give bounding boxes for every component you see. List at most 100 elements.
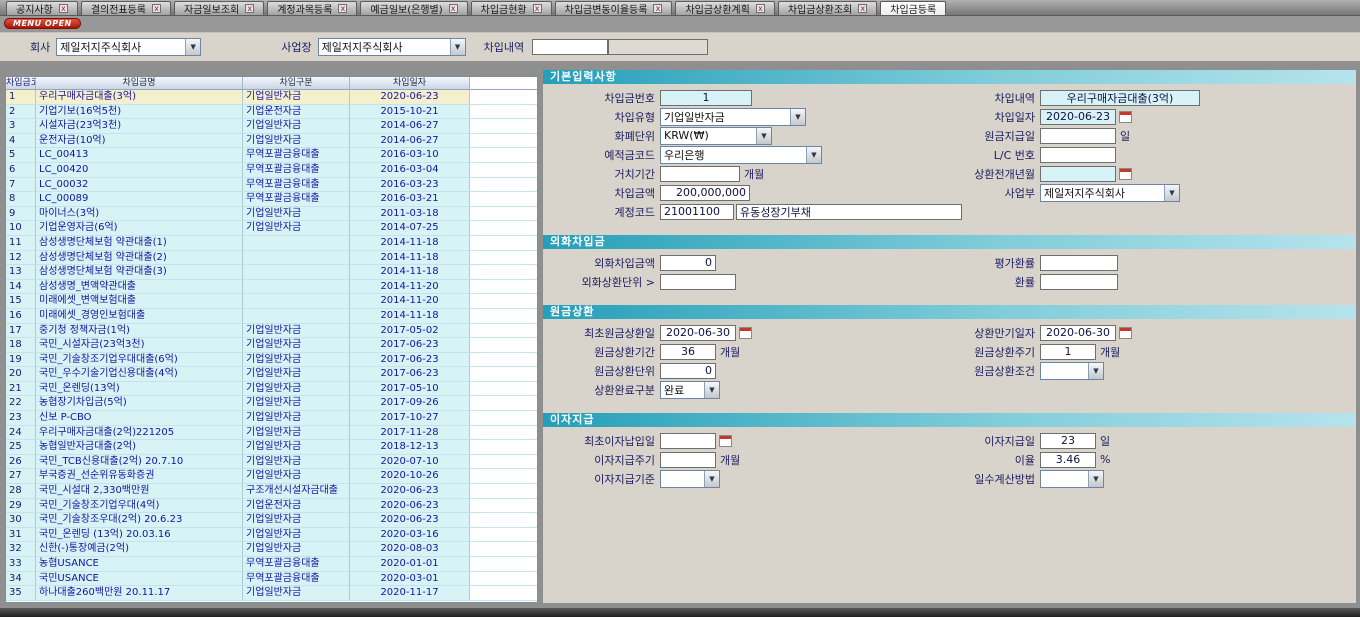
loan-date-input[interactable] <box>1040 109 1116 125</box>
grid-row[interactable]: 23신보 P-CBO기업일반자금2017-10-27 <box>6 411 537 426</box>
grid-row[interactable]: 34국민USANCE무역포괄금융대출2020-03-01 <box>6 572 537 587</box>
exchange-rate-input[interactable] <box>1040 274 1118 290</box>
company-select[interactable]: 제일저지주식회사 ▼ <box>56 38 201 56</box>
tab-차입금상환조회[interactable]: 차입금상환조회x <box>778 1 877 15</box>
business-unit-select[interactable]: 제일저지주식회사▼ <box>1040 184 1180 202</box>
grid-row[interactable]: 4운전자금(10억)기업일반자금2014-06-27 <box>6 134 537 149</box>
grid-row[interactable]: 17중기청 정책자금(1억)기업일반자금2017-05-02 <box>6 324 537 339</box>
principal-repay-unit-input[interactable] <box>660 363 716 379</box>
grid-row[interactable]: 3시설자금(23억3천)기업일반자금2014-06-27 <box>6 119 537 134</box>
grid-row[interactable]: 22농협장기차입금(5억)기업일반자금2017-09-26 <box>6 396 537 411</box>
tab-차입금상환계획[interactable]: 차입금상환계획x <box>675 1 774 15</box>
calendar-icon[interactable] <box>739 327 752 339</box>
eval-exchange-rate-input[interactable] <box>1040 255 1118 271</box>
grid-row[interactable]: 26국민_TCB신용대출(2억) 20.7.10기업일반자금2020-07-10 <box>6 455 537 470</box>
grid-row[interactable]: 11삼성생명단체보험 약관대출(1)2014-11-18 <box>6 236 537 251</box>
grid-column-header[interactable]: 차입금코드 <box>6 77 36 89</box>
grid-row[interactable]: 9마이너스(3억)기업일반자금2011-03-18 <box>6 207 537 222</box>
grid-row[interactable]: 28국민_시설대 2,330백만원구조개선시설자금대출2020-06-23 <box>6 484 537 499</box>
grid-row[interactable]: 21국민_온렌딩(13억)기업일반자금2017-05-10 <box>6 382 537 397</box>
grid-row[interactable]: 27부국증권_선순위유동화증권기업일반자금2020-10-26 <box>6 469 537 484</box>
grace-period-input[interactable] <box>660 166 740 182</box>
grid-row[interactable]: 10기업운영자금(6억)기업일반자금2014-07-25 <box>6 221 537 236</box>
tab-차입금변동이율등록[interactable]: 차입금변동이율등록x <box>555 1 673 15</box>
tab-예금일보(은행별)[interactable]: 예금일보(은행별)x <box>360 1 467 15</box>
interest-pay-basis-select[interactable]: ▼ <box>660 470 720 488</box>
grid-row[interactable]: 5LC_00413무역포괄금융대출2016-03-10 <box>6 148 537 163</box>
account-name-input[interactable] <box>736 204 962 220</box>
loan-desc-input[interactable] <box>1040 90 1200 106</box>
tab-close-icon[interactable]: x <box>338 4 347 13</box>
principal-repay-period-input[interactable] <box>660 344 716 360</box>
tab-close-icon[interactable]: x <box>533 4 542 13</box>
grid-row[interactable]: 33농협USANCE무역포괄금융대출2020-01-01 <box>6 557 537 572</box>
tab-close-icon[interactable]: x <box>449 4 458 13</box>
principal-repay-condition-select[interactable]: ▼ <box>1040 362 1104 380</box>
grid-row[interactable]: 16미래에셋_경영인보험대출2014-11-18 <box>6 309 537 324</box>
tab-close-icon[interactable]: x <box>653 4 662 13</box>
principal-repay-cycle-input[interactable] <box>1040 344 1096 360</box>
calendar-icon[interactable] <box>719 435 732 447</box>
calendar-icon[interactable] <box>1119 168 1132 180</box>
tab-close-icon[interactable]: x <box>152 4 161 13</box>
fx-repay-unit-input[interactable] <box>660 274 736 290</box>
deposit-code-label: 예적금코드 <box>543 147 655 163</box>
interest-pay-day-input[interactable] <box>1040 433 1096 449</box>
lc-no-input[interactable] <box>1040 147 1116 163</box>
grid-row[interactable]: 13삼성생명단체보험 약관대출(3)2014-11-18 <box>6 265 537 280</box>
grid-row[interactable]: 12삼성생명단체보험 약관대출(2)2014-11-18 <box>6 251 537 266</box>
grid-row[interactable]: 19국민_기술창조기업우대대출(6억)기업일반자금2017-06-23 <box>6 353 537 368</box>
grid-row[interactable]: 1우리구매자금대출(3억)기업일반자금2020-06-23 <box>6 90 537 105</box>
day-count-method-select[interactable]: ▼ <box>1040 470 1104 488</box>
grid-row[interactable]: 8LC_00089무역포괄금융대출2016-03-21 <box>6 192 537 207</box>
calendar-icon[interactable] <box>1119 111 1132 123</box>
grid-row[interactable]: 2기업기보(16억5천)기업운전자금2015-10-21 <box>6 105 537 120</box>
grid-row[interactable]: 6LC_00420무역포괄금융대출2016-03-04 <box>6 163 537 178</box>
rollover-ym-input[interactable] <box>1040 166 1116 182</box>
grid-row[interactable]: 35하나대출260백만원 20.11.17기업일반자금2020-11-17 <box>6 586 537 601</box>
tab-close-icon[interactable]: x <box>858 4 867 13</box>
tab-close-icon[interactable]: x <box>245 4 254 13</box>
grid-row[interactable]: 25농협일반자금대출(2억)기업일반자금2018-12-13 <box>6 440 537 455</box>
grid-column-header[interactable]: 차입일자 <box>350 77 470 89</box>
loan-desc-search-input[interactable] <box>532 39 608 55</box>
tab-공지사항[interactable]: 공지사항x <box>6 1 78 15</box>
tab-계정과목등록[interactable]: 계정과목등록x <box>267 1 357 15</box>
repay-complete-type-select[interactable]: 완료▼ <box>660 381 720 399</box>
tab-차입금등록[interactable]: 차입금등록 <box>880 1 946 15</box>
grid-row[interactable]: 7LC_00032무역포괄금융대출2016-03-23 <box>6 178 537 193</box>
grid-row[interactable]: 15미래에셋_변액보험대출2014-11-20 <box>6 294 537 309</box>
grid-row[interactable]: 14삼성생명_변액약관대출2014-11-20 <box>6 280 537 295</box>
calendar-icon[interactable] <box>1119 327 1132 339</box>
tab-결의전표등록[interactable]: 결의전표등록x <box>81 1 171 15</box>
site-select[interactable]: 제일저지주식회사 ▼ <box>318 38 466 56</box>
first-interest-pay-date-input[interactable] <box>660 433 716 449</box>
grid-row[interactable]: 24우리구매자금대출(2억)221205기업일반자금2017-11-28 <box>6 426 537 441</box>
grid-column-header[interactable]: 차입구분 <box>243 77 350 89</box>
account-code-input[interactable] <box>660 204 734 220</box>
currency-unit-select[interactable]: KRW(₩)▼ <box>660 127 772 145</box>
principal-pay-day-input[interactable] <box>1040 128 1116 144</box>
fx-loan-amount-input[interactable] <box>660 255 716 271</box>
repay-due-date-input[interactable] <box>1040 325 1116 341</box>
deposit-code-select[interactable]: 우리은행▼ <box>660 146 822 164</box>
loan-type-select[interactable]: 기업일반자금▼ <box>660 108 806 126</box>
grid-row[interactable]: 20국민_우수기술기업신용대출(4억)기업일반자금2017-06-23 <box>6 367 537 382</box>
tab-close-icon[interactable]: x <box>756 4 765 13</box>
interest-rate-input[interactable] <box>1040 452 1096 468</box>
tab-차입금현황[interactable]: 차입금현황x <box>471 1 552 15</box>
grid-row[interactable]: 31국민_온렌딩 (13억) 20.03.16기업일반자금2020-03-16 <box>6 528 537 543</box>
loan-amount-input[interactable] <box>660 185 750 201</box>
grid-row[interactable]: 18국민_시설자금(23억3천)기업일반자금2017-06-23 <box>6 338 537 353</box>
grid-row[interactable]: 30국민_기술창조우대(2억) 20.6.23기업일반자금2020-06-23 <box>6 513 537 528</box>
tab-close-icon[interactable]: x <box>59 4 68 13</box>
loan-desc-search-input-2[interactable] <box>608 39 708 55</box>
grid-row[interactable]: 32신한(-)통장예금(2억)기업일반자금2020-08-03 <box>6 542 537 557</box>
grid-row[interactable]: 29국민_기술창조기업우대(4억)기업운전자금2020-06-23 <box>6 499 537 514</box>
first-principal-repay-date-input[interactable] <box>660 325 736 341</box>
tab-자금일보조회[interactable]: 자금일보조회x <box>174 1 264 15</box>
loan-no-input[interactable] <box>660 90 752 106</box>
grid-column-header[interactable]: 차입금명 <box>36 77 243 89</box>
interest-pay-cycle-input[interactable] <box>660 452 716 468</box>
menu-open-button[interactable]: MENU OPEN <box>4 18 81 29</box>
